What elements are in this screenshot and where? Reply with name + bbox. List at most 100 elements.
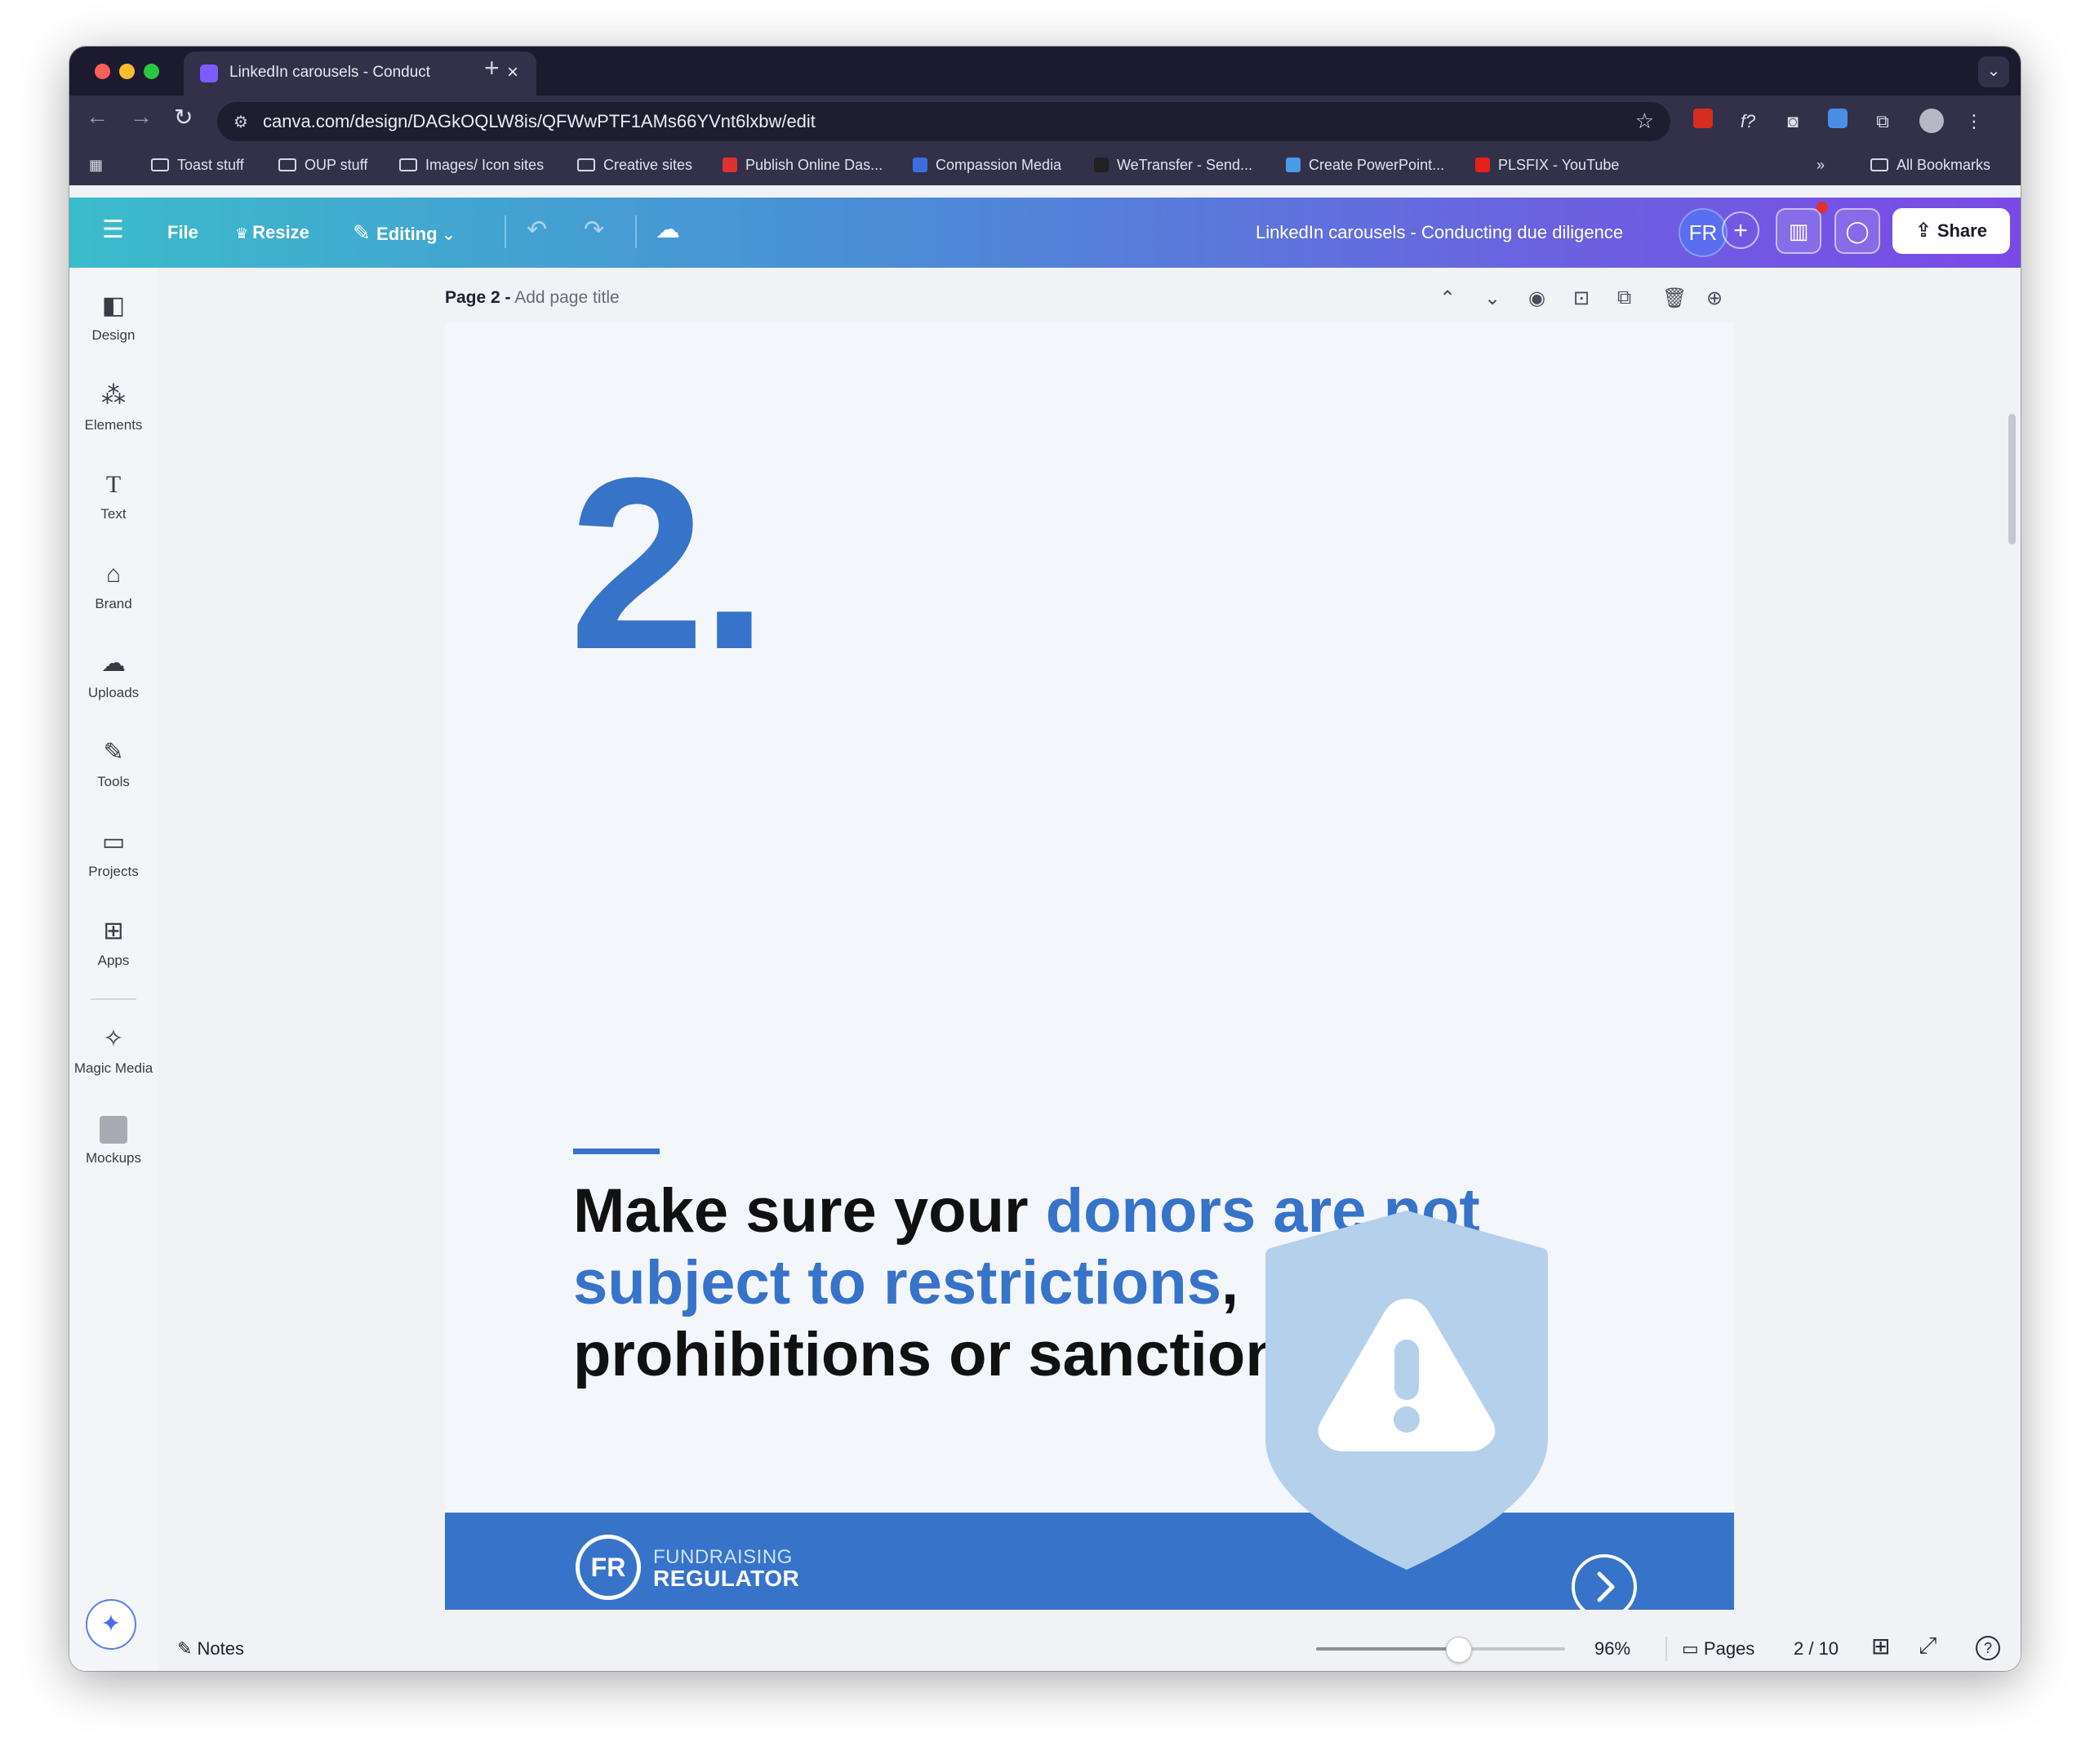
user-avatar[interactable]: FR — [1679, 208, 1728, 257]
uploads-icon: ☁ — [101, 650, 126, 677]
folder-icon — [151, 158, 169, 171]
grid-view-icon[interactable]: ⊞ — [1871, 1633, 1890, 1660]
bookmark-folder[interactable]: OUP stuff — [278, 153, 367, 177]
fundraising-regulator-logo-mark[interactable]: FR — [576, 1535, 641, 1600]
design-canvas[interactable]: 2. Make sure your donors are not subject… — [445, 322, 1734, 1610]
zoom-level[interactable]: 96% — [1594, 1638, 1630, 1660]
resize-button[interactable]: ♛ Resize — [235, 222, 309, 243]
canva-favicon-icon — [200, 64, 218, 82]
address-bar[interactable]: ⚙ canva.com/design/DAGkOQLW8is/QFWwPTF1A… — [217, 102, 1670, 141]
close-window-button[interactable] — [95, 64, 110, 79]
bookmark-folder[interactable]: Creative sites — [577, 153, 692, 177]
more-bookmarks-icon[interactable]: » — [1817, 153, 1825, 177]
powerpoint-site-icon — [1286, 158, 1301, 172]
fundraising-regulator-logo-text[interactable]: FUNDRAISING REGULATOR — [653, 1547, 799, 1590]
back-icon[interactable]: ← — [86, 104, 109, 130]
compassion-icon — [913, 158, 927, 172]
mockups-icon — [69, 1113, 158, 1145]
delete-page-icon[interactable]: 🗑 — [1662, 287, 1687, 310]
sidebar-item-magic-media[interactable]: ✧ Magic Media — [69, 1023, 158, 1077]
undo-icon[interactable]: ↶ — [527, 216, 547, 244]
maximize-window-button[interactable] — [144, 64, 159, 79]
next-arrow-circle-icon[interactable] — [1572, 1554, 1637, 1610]
new-tab-icon[interactable]: + — [484, 53, 500, 83]
sidebar-item-apps[interactable]: ⊞ Apps — [69, 915, 158, 969]
accent-rule[interactable] — [573, 1149, 660, 1154]
extensions-puzzle-icon[interactable]: ⧉ — [1870, 109, 1896, 135]
tab-search-chevron-icon[interactable]: ⌄ — [1978, 56, 2009, 87]
sidebar-item-design[interactable]: ◧ Design — [69, 290, 158, 344]
hide-page-icon[interactable]: ◉ — [1528, 287, 1545, 310]
forward-icon[interactable]: → — [130, 104, 153, 130]
share-button[interactable]: ⇪ Share — [1892, 208, 2010, 254]
bookmark-link[interactable]: WeTransfer - Send... — [1094, 153, 1252, 177]
apps-grid-icon[interactable]: ▦ — [89, 153, 103, 177]
duplicate-page-icon[interactable]: ⧉ — [1617, 287, 1631, 309]
editing-mode-dropdown[interactable]: ✎ Editing ⌄ — [353, 220, 456, 246]
profile-avatar-icon[interactable] — [1919, 109, 1945, 135]
zoom-slider-thumb[interactable] — [1446, 1637, 1472, 1663]
page-title[interactable]: Page 2 - Add page title — [445, 288, 620, 308]
zoom-slider-fill — [1316, 1647, 1458, 1651]
reload-icon[interactable]: ↻ — [174, 104, 193, 131]
bookmark-link[interactable]: Create PowerPoint... — [1286, 153, 1444, 177]
url-text: canva.com/design/DAGkOQLW8is/QFWwPTF1AMs… — [263, 111, 816, 131]
comments-icon[interactable]: ◯ — [1834, 208, 1880, 254]
slide-number[interactable]: 2. — [569, 441, 768, 686]
page-counter[interactable]: 2 / 10 — [1794, 1638, 1839, 1660]
sidebar-item-uploads[interactable]: ☁ Uploads — [69, 647, 158, 701]
move-page-down-icon[interactable]: ⌄ — [1484, 287, 1501, 310]
sidebar-divider — [91, 998, 136, 1000]
divider — [505, 216, 506, 248]
minimize-window-button[interactable] — [119, 64, 135, 79]
redo-icon[interactable]: ↷ — [584, 216, 604, 244]
cloud-saved-icon[interactable]: ☁ — [656, 216, 680, 244]
insights-chart-icon[interactable]: ▥ — [1776, 208, 1821, 254]
magic-media-icon: ✧ — [103, 1025, 124, 1052]
magic-assistant-sparkle-icon[interactable]: ✦ — [86, 1599, 136, 1650]
bookmark-folder[interactable]: Toast stuff — [151, 153, 244, 177]
bookmark-folder[interactable]: Images/ Icon sites — [399, 153, 544, 177]
tools-icon: ✎ — [103, 739, 124, 766]
font-extension-icon[interactable]: f? — [1735, 109, 1761, 135]
sidebar-item-brand[interactable]: ⌂ Brand — [69, 558, 158, 612]
sidebar-item-tools[interactable]: ✎ Tools — [69, 736, 158, 790]
all-bookmarks-folder[interactable]: All Bookmarks — [1870, 153, 1990, 177]
window-extension-icon[interactable] — [1825, 109, 1851, 135]
camera-extension-icon[interactable]: ◙ — [1780, 109, 1806, 135]
shield-warning-icon[interactable] — [1265, 1211, 1548, 1570]
tab-title: LinkedIn carousels - Conduct — [229, 64, 431, 81]
main-menu-icon[interactable]: ☰ — [102, 216, 124, 244]
site-settings-icon[interactable]: ⚙ — [233, 112, 248, 132]
divider — [1665, 1637, 1667, 1661]
bookmark-star-icon[interactable]: ☆ — [1635, 109, 1654, 134]
pages-button[interactable]: ▭ Pages — [1682, 1638, 1754, 1660]
apps-icon: ⊞ — [103, 918, 124, 944]
sidebar-item-elements[interactable]: ⁂ Elements — [69, 380, 158, 433]
fullscreen-icon[interactable]: ⤢ — [1919, 1633, 1937, 1660]
add-page-icon[interactable]: ⊕ — [1706, 287, 1723, 310]
invite-plus-icon[interactable]: + — [1722, 211, 1759, 249]
projects-icon: ▭ — [101, 829, 126, 855]
notification-dot — [1817, 202, 1828, 213]
bookmark-link[interactable]: Compassion Media — [913, 153, 1061, 177]
text-icon: T — [105, 471, 122, 498]
bookmark-link[interactable]: PLSFIX - YouTube — [1475, 153, 1619, 177]
help-icon[interactable]: ? — [1976, 1636, 2000, 1660]
vertical-scrollbar[interactable] — [2008, 414, 2016, 544]
notes-icon: ✎ — [177, 1638, 198, 1659]
sidebar-item-projects[interactable]: ▭ Projects — [69, 826, 158, 880]
pdf-extension-icon[interactable] — [1690, 109, 1716, 135]
add-page-title-placeholder[interactable]: Add page title — [514, 288, 619, 307]
sidebar-item-text[interactable]: T Text — [69, 469, 158, 522]
file-menu[interactable]: File — [167, 222, 198, 243]
lock-page-icon[interactable]: ⊡ — [1573, 287, 1590, 310]
close-tab-icon[interactable]: × — [507, 61, 518, 84]
notes-button[interactable]: ✎ Notes — [177, 1638, 244, 1660]
bookmark-link[interactable]: Publish Online Das... — [723, 153, 883, 177]
move-page-up-icon[interactable]: ⌃ — [1439, 287, 1456, 310]
sidebar-item-mockups[interactable]: Mockups — [69, 1113, 158, 1166]
browser-menu-icon[interactable]: ⋮ — [1961, 109, 1987, 135]
folder-icon — [1870, 158, 1888, 171]
document-title[interactable]: LinkedIn carousels - Conducting due dili… — [1256, 222, 1623, 243]
